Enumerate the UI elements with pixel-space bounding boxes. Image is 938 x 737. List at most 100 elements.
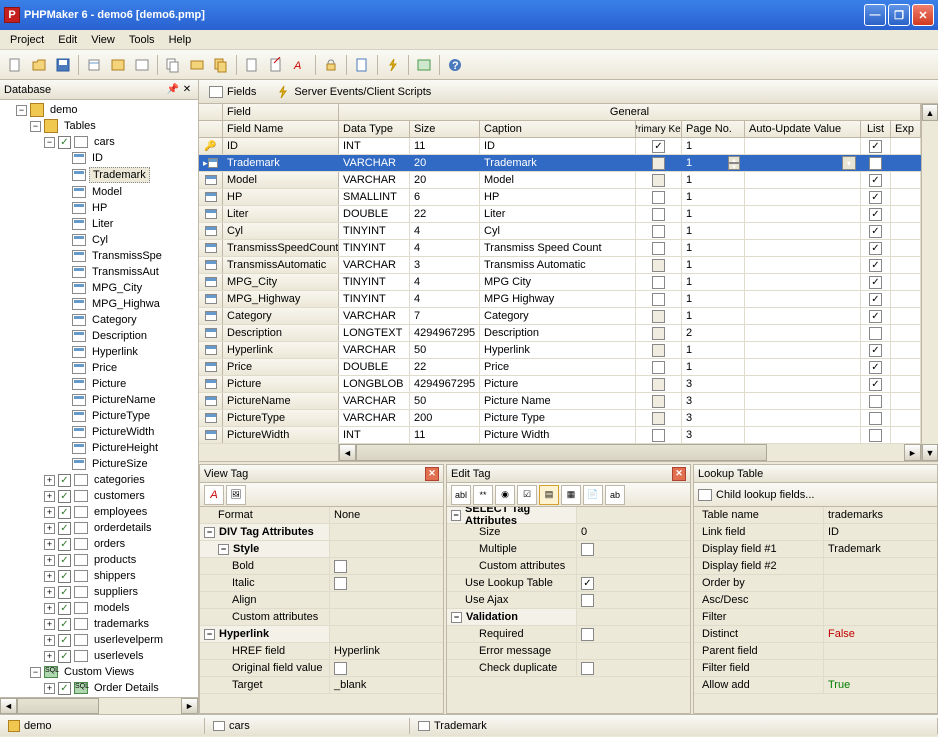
menu-view[interactable]: View [85,32,121,48]
col-datatype[interactable]: Data Type [339,121,410,137]
pk-checkbox[interactable] [652,208,665,221]
required-checkbox[interactable] [581,628,594,641]
pk-checkbox[interactable] [652,174,665,187]
tree-field[interactable]: Cyl [58,232,196,248]
menu-project[interactable]: Project [4,32,50,48]
tree-field[interactable]: HP [58,200,196,216]
maximize-button[interactable]: ❐ [888,4,910,26]
list-checkbox[interactable]: ✓ [869,259,882,272]
close-icon[interactable]: ✕ [672,467,686,481]
expand-icon[interactable]: + [44,603,55,614]
dup-icon[interactable] [210,54,232,76]
tree-table[interactable]: +✓orders [44,536,196,552]
sync-icon[interactable] [186,54,208,76]
expand-icon[interactable]: + [44,491,55,502]
list-checkbox[interactable]: ✓ [869,378,882,391]
col-autoupdate[interactable]: Auto-Update Value [745,121,861,137]
expand-icon[interactable]: − [44,137,55,148]
tree-field[interactable]: TransmissAut [58,264,196,280]
bold-checkbox[interactable] [334,560,347,573]
tree-field[interactable]: Category [58,312,196,328]
list-checkbox[interactable] [869,429,882,442]
col-field[interactable]: Field [223,104,339,120]
expand-icon[interactable]: + [44,539,55,550]
grid-row[interactable]: PictureWidthINT11Picture Width3 [199,427,921,444]
grid-row[interactable]: MPG_CityTINYINT4MPG City1✓ [199,274,921,291]
pk-checkbox[interactable] [652,225,665,238]
textarea-button[interactable]: ▦ [561,485,581,505]
grid-vscrollbar[interactable]: ▲▼ [921,104,938,461]
grid-row[interactable]: HPSMALLINT6HP1✓ [199,189,921,206]
pk-checkbox[interactable] [652,395,665,408]
uselookup-checkbox[interactable]: ✓ [581,577,594,590]
hidden-button[interactable]: ab [605,485,625,505]
pk-checkbox[interactable] [652,344,665,357]
grid-row[interactable]: PictureLONGBLOB4294967295Picture3✓ [199,376,921,393]
col-size[interactable]: Size [410,121,480,137]
select-button[interactable]: ▤ [539,485,559,505]
grid-row[interactable]: ▸TrademarkVARCHAR20Trademark1▴▾▾✓ [199,155,921,172]
tree-field[interactable]: Picture [58,376,196,392]
child-lookup-link[interactable]: Child lookup fields... [716,489,814,501]
italic-checkbox[interactable] [334,577,347,590]
origval-checkbox[interactable] [334,662,347,675]
expand-icon[interactable]: + [44,635,55,646]
list-checkbox[interactable]: ✓ [869,225,882,238]
pk-checkbox[interactable] [652,157,665,170]
copy-icon[interactable] [162,54,184,76]
php-icon[interactable] [107,54,129,76]
radio-button[interactable]: ◉ [495,485,515,505]
tree-custom-views[interactable]: −SQLCustom Views [30,664,196,680]
font-icon[interactable]: A [289,54,311,76]
tree-field[interactable]: Description [58,328,196,344]
grid-row[interactable]: MPG_HighwayTINYINT4MPG Highway1✓ [199,291,921,308]
menu-help[interactable]: Help [163,32,198,48]
tree-field[interactable]: MPG_Highwa [58,296,196,312]
menu-tools[interactable]: Tools [123,32,161,48]
col-fieldname[interactable]: Field Name [223,121,339,137]
help-icon[interactable]: ? [444,54,466,76]
db-icon[interactable] [83,54,105,76]
list-checkbox[interactable]: ✓ [869,242,882,255]
tree-field[interactable]: PictureHeight [58,440,196,456]
col-exp[interactable]: Exp [891,121,921,137]
expand-icon[interactable]: + [44,651,55,662]
format-button[interactable]: A [204,485,224,505]
pk-checkbox[interactable] [652,327,665,340]
pk-checkbox[interactable] [652,412,665,425]
tree-table[interactable]: +✓employees [44,504,196,520]
list-checkbox[interactable]: ✓ [869,361,882,374]
list-checkbox[interactable]: ✓ [869,208,882,221]
tree-field[interactable]: ID [58,150,196,166]
expand-icon[interactable]: − [30,667,41,678]
new-icon[interactable] [4,54,26,76]
html-icon[interactable] [131,54,153,76]
pk-checkbox[interactable] [652,429,665,442]
file-button[interactable]: 📄 [583,485,603,505]
expand-icon[interactable]: + [44,683,55,694]
list-checkbox[interactable]: ✓ [869,276,882,289]
tree-field[interactable]: PictureWidth [58,424,196,440]
open-icon[interactable] [28,54,50,76]
tree-field[interactable]: Price [58,360,196,376]
list-checkbox[interactable]: ✓ [869,157,882,170]
tree-table[interactable]: +✓categories [44,472,196,488]
expand-icon[interactable]: − [30,121,41,132]
grid-row[interactable]: ModelVARCHAR20Model1✓ [199,172,921,189]
tree-table[interactable]: +✓orderdetails [44,520,196,536]
grid-row[interactable]: TransmissAutomaticVARCHAR3Transmiss Auto… [199,257,921,274]
pk-checkbox[interactable] [652,191,665,204]
list-checkbox[interactable] [869,395,882,408]
tab-server-events[interactable]: Server Events/Client Scripts [270,83,437,101]
tree-table[interactable]: +✓userlevels [44,648,196,664]
expand-icon[interactable]: + [44,523,55,534]
col-primarykey[interactable]: Primary Key [636,121,682,137]
image-button[interactable]: 🖼 [226,485,246,505]
list-checkbox[interactable]: ✓ [869,293,882,306]
grid-row[interactable]: LiterDOUBLE22Liter1✓ [199,206,921,223]
tree-table[interactable]: +✓shippers [44,568,196,584]
grid-row[interactable]: DescriptionLONGTEXT4294967295Description… [199,325,921,342]
tree-field[interactable]: Liter [58,216,196,232]
list-checkbox[interactable]: ✓ [869,344,882,357]
grid-row[interactable]: HyperlinkVARCHAR50Hyperlink1✓ [199,342,921,359]
